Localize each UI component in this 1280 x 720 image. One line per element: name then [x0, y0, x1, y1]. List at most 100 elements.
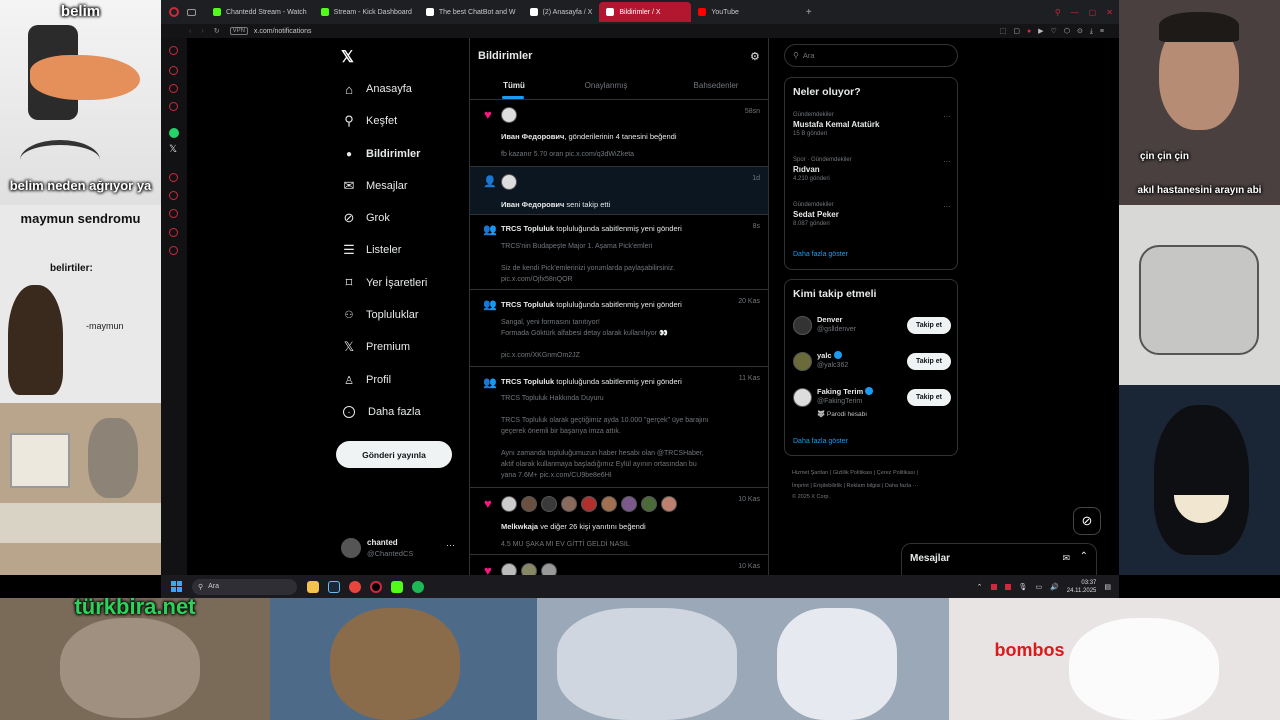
follow-suggestion[interactable]: Faking Terim @FakingTerim 🐺 Parodi hesab… [793, 385, 951, 421]
strip-icon-5[interactable] [169, 173, 178, 182]
whatsapp-icon[interactable] [169, 128, 179, 138]
tray-chevron-icon[interactable]: ⌃ [977, 583, 983, 591]
post-button[interactable]: Gönderi yayınla [336, 441, 452, 468]
trend-item[interactable]: Gündemdekiler Sedat Peker 8.087 gönderi … [793, 202, 951, 227]
more-icon[interactable]: ··· [943, 112, 951, 121]
reload-icon[interactable]: ↻ [214, 27, 220, 35]
steam-icon[interactable] [328, 580, 340, 593]
footer-line[interactable]: İmprint | Erişilebilirlik | Reklam bilgi… [792, 480, 918, 493]
taskbar-search[interactable]: ⚲ Ara [192, 578, 297, 595]
notification-follow[interactable]: 👤 1d Иван Федорович seni takip etti [470, 167, 768, 215]
strip-icon-2[interactable] [169, 66, 178, 75]
follow-button[interactable]: Takip et [907, 389, 951, 406]
tab-3[interactable]: The best ChatBot and W [419, 2, 523, 22]
follow-suggestion[interactable]: Denver @gslldenver Takip et [793, 313, 951, 339]
follow-button[interactable]: Takip et [907, 353, 951, 370]
cat-shape [88, 418, 138, 498]
actor-name: TRCS Topluluk [501, 377, 555, 386]
account-switcher[interactable]: chanted @ChantedCS ··· [341, 536, 461, 562]
actor-name: Melkwkaja [501, 522, 539, 531]
grok-float-button[interactable]: ⊘ [1073, 507, 1101, 535]
microphone-icon[interactable]: 🎙 [1019, 583, 1028, 591]
more-icon[interactable]: ··· [446, 540, 455, 550]
notification-community[interactable]: 👥 20 Kas TRCS Topluluk topluluğunda sabi… [470, 290, 768, 367]
nav-communities[interactable]: ⚇ Topluluklar [341, 303, 419, 327]
trend-item[interactable]: Gündemdekiler Mustafa Kemal Atatürk 15 B… [793, 112, 951, 137]
tab-4[interactable]: (2) Anasayfa / X [523, 2, 600, 22]
browser-logo-icon[interactable] [169, 7, 179, 17]
nav-home[interactable]: ⌂ Anasayfa [341, 77, 412, 101]
x-strip-icon[interactable]: 𝕏 [169, 144, 177, 155]
nav-explore[interactable]: ⚲ Keşfet [341, 109, 397, 133]
meme-batman [1119, 385, 1280, 575]
tab-6[interactable]: YouTube [691, 2, 746, 22]
back-icon[interactable]: ‹ [189, 28, 191, 35]
tab-mentions[interactable]: Bahsedenler [668, 72, 764, 99]
minimize-icon[interactable]: — [1071, 8, 1079, 17]
nav-bookmarks[interactable]: ⌑ Yer İşaretleri [341, 271, 428, 295]
trend-item[interactable]: Spor · Gündemdekiler Rıdvan 4.210 gönder… [793, 157, 951, 182]
strip-icon-1[interactable] [169, 46, 178, 55]
notification-like[interactable]: ♥ 58sn Иван Федорович, gönderilerinin 4 … [470, 100, 768, 167]
settings-gear-icon[interactable]: ⚙ [750, 50, 760, 63]
search-tabs-icon[interactable]: ⚲ [1055, 8, 1061, 17]
file-explorer-icon[interactable] [307, 580, 319, 593]
nav-profile[interactable]: ♙ Profil [341, 368, 391, 392]
tab-all[interactable]: Tümü [470, 72, 558, 99]
nav-messages[interactable]: ✉ Mesajlar [341, 174, 408, 198]
spotify-icon[interactable] [412, 580, 424, 593]
new-tab-icon[interactable]: + [806, 7, 812, 18]
strip-icon-7[interactable] [169, 209, 178, 218]
strip-icon-4[interactable] [169, 102, 178, 111]
nav-label: Listeler [366, 244, 402, 256]
tab-list-icon[interactable] [187, 8, 196, 16]
tab-verified[interactable]: Onaylanmış [558, 72, 654, 99]
x-logo-icon[interactable]: 𝕏 [341, 47, 354, 67]
more-circle-icon: · [343, 406, 355, 418]
trends-show-more[interactable]: Daha fazla göster [793, 251, 848, 258]
verified-badge-icon [865, 387, 874, 395]
notification-like[interactable]: ♥ 10 Kas Melkwkaja ve diğer 26 kişi yanı… [470, 488, 768, 555]
messages-drawer[interactable]: Mesajlar ✉ ⌃ [901, 543, 1097, 575]
url-field[interactable]: x.com/notifications [254, 28, 312, 35]
notification-center-icon[interactable]: ▤ [1104, 583, 1111, 591]
notification-community[interactable]: 👥 8s TRCS Topluluk topluluğunda sabitlen… [470, 215, 768, 290]
nav-lists[interactable]: ☰ Listeler [341, 238, 401, 262]
tab-2[interactable]: Stream - Kick Dashboard [314, 2, 419, 22]
notification-like[interactable]: ♥ 10 Kas [470, 555, 768, 575]
who-to-follow-show-more[interactable]: Daha fazla göster [793, 438, 848, 445]
more-icon[interactable]: ··· [943, 202, 951, 211]
tab-5-active[interactable]: Bildirimler / X [599, 2, 692, 22]
follow-suggestion[interactable]: yalc @yalc362 Takip et [793, 349, 951, 375]
nav-grok[interactable]: ⊘ Grok [341, 206, 390, 230]
tray-app-icon[interactable] [1004, 583, 1011, 590]
notification-community[interactable]: 👥 11 Kas TRCS Topluluk topluluğunda sabi… [470, 367, 768, 488]
windows-start-icon[interactable] [171, 581, 182, 592]
forward-icon[interactable]: › [201, 28, 203, 35]
expand-icon[interactable]: ⌃ [1080, 551, 1088, 562]
maximize-icon[interactable]: ▢ [1089, 8, 1097, 17]
nav-more[interactable]: · Daha fazla [341, 400, 421, 424]
opera-gx-icon[interactable] [370, 580, 382, 593]
strip-icon-8[interactable] [169, 228, 178, 237]
more-icon[interactable]: ··· [943, 157, 951, 166]
tray-app-icon[interactable] [990, 583, 997, 590]
follow-button[interactable]: Takip et [907, 317, 951, 334]
volume-icon[interactable]: 🔊 [1050, 583, 1059, 591]
kick-icon[interactable] [391, 580, 403, 593]
strip-icon-9[interactable] [169, 246, 178, 255]
strip-icon-6[interactable] [169, 191, 178, 200]
nav-notifications[interactable]: ● Bildirimler [341, 142, 420, 166]
new-message-icon[interactable]: ✉ [1062, 553, 1070, 564]
chrome-icon[interactable] [349, 580, 361, 593]
strip-icon-3[interactable] [169, 84, 178, 93]
network-icon[interactable]: ▭ [1035, 583, 1042, 591]
search-box[interactable]: ⚲ Ara [784, 44, 958, 67]
clock[interactable]: 03:37 24.11.2025 [1067, 579, 1097, 595]
nav-premium[interactable]: 𝕏 Premium [341, 335, 410, 359]
meme-caption-top: belim [60, 3, 101, 20]
vpn-badge[interactable]: VPN [229, 27, 248, 35]
tab-1[interactable]: Chantedd Stream - Watch [206, 2, 314, 22]
footer-line[interactable]: Hizmet Şartları | Gizlilik Politikası | … [792, 467, 918, 480]
close-window-icon[interactable]: ✕ [1106, 8, 1113, 17]
